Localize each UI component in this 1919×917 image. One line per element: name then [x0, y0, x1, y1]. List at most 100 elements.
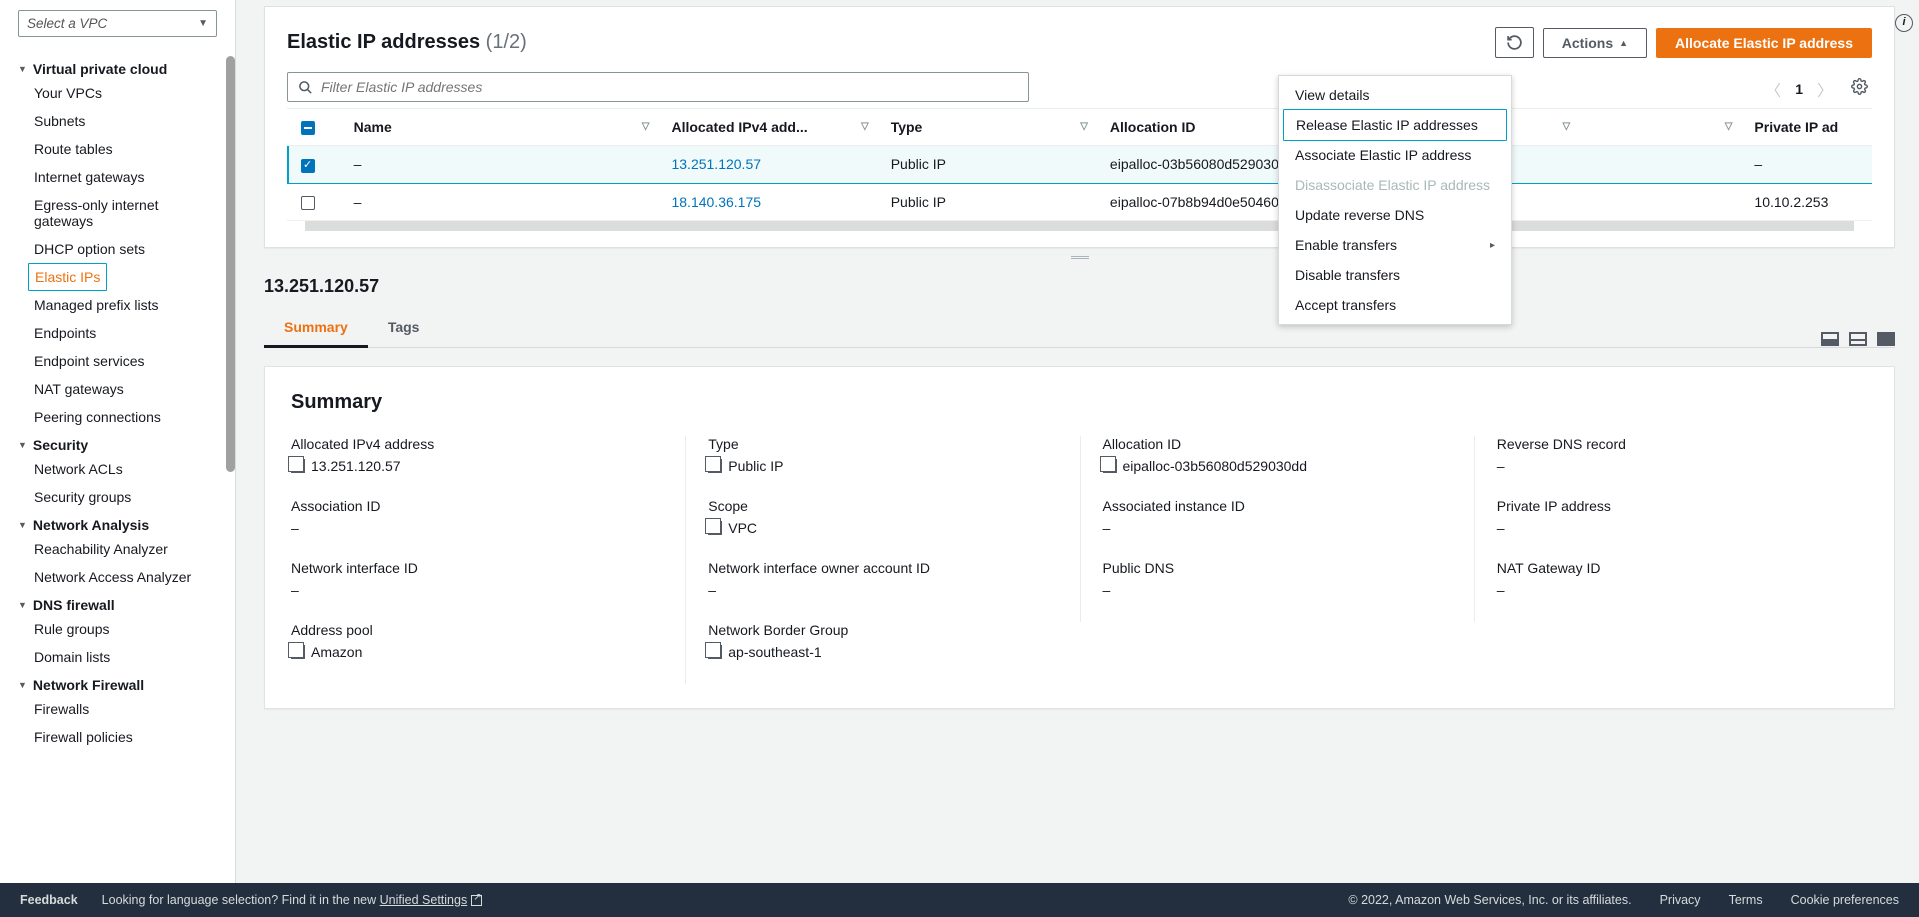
footer-feedback[interactable]: Feedback: [20, 893, 78, 907]
sidebar-item-route-tables[interactable]: Route tables: [18, 135, 217, 163]
sidebar-item-firewall-policies[interactable]: Firewall policies: [18, 723, 217, 751]
field-value: ap-southeast-1: [708, 644, 1079, 660]
actions-menu-item[interactable]: Release Elastic IP addresses: [1283, 109, 1507, 141]
field-label: Association ID: [291, 498, 685, 514]
summary-field: Private IP address–: [1474, 498, 1868, 560]
external-link-icon: [471, 895, 482, 906]
pager-next[interactable]: 〉: [1813, 73, 1837, 105]
summary-field: Allocation IDeipalloc-03b56080d529030dd: [1080, 436, 1474, 498]
copy-icon[interactable]: [708, 521, 722, 535]
copy-icon[interactable]: [708, 645, 722, 659]
footer-privacy[interactable]: Privacy: [1660, 893, 1701, 907]
layout-icons: [1821, 332, 1895, 346]
sidebar-item-rule-groups[interactable]: Rule groups: [18, 615, 217, 643]
sidebar-section-vpc[interactable]: Virtual private cloud: [18, 55, 217, 79]
sidebar-item-nat-gateways[interactable]: NAT gateways: [18, 375, 217, 403]
allocate-eip-button[interactable]: Allocate Elastic IP address: [1656, 28, 1872, 58]
pager-prev[interactable]: 〈: [1761, 73, 1785, 105]
sidebar-section-security[interactable]: Security: [18, 431, 217, 455]
copy-icon[interactable]: [291, 459, 305, 473]
sidebar-item-endpoint-services[interactable]: Endpoint services: [18, 347, 217, 375]
copy-icon[interactable]: [291, 645, 305, 659]
actions-menu-item[interactable]: Accept transfers: [1279, 290, 1511, 320]
cell-ipv4[interactable]: 13.251.120.57: [657, 146, 876, 183]
summary-field: Address poolAmazon: [291, 622, 685, 684]
field-label: Address pool: [291, 622, 685, 638]
field-label: Public DNS: [1103, 560, 1474, 576]
refresh-icon: [1506, 34, 1523, 51]
footer: Feedback Looking for language selection?…: [0, 883, 1919, 917]
actions-menu-item[interactable]: Disable transfers: [1279, 260, 1511, 290]
sidebar-item-reachability-analyzer[interactable]: Reachability Analyzer: [18, 535, 217, 563]
summary-field: Associated instance ID –: [1080, 498, 1474, 560]
layout-full-icon[interactable]: [1877, 332, 1895, 346]
sidebar-item-security-groups[interactable]: Security groups: [18, 483, 217, 511]
vpc-selector[interactable]: Select a VPC: [18, 10, 217, 37]
table-settings-button[interactable]: [1847, 74, 1872, 104]
sidebar-item-egress-only-igw[interactable]: Egress-only internet gateways: [18, 191, 217, 235]
sidebar-item-network-access-analyzer[interactable]: Network Access Analyzer: [18, 563, 217, 591]
sidebar-item-endpoints[interactable]: Endpoints: [18, 319, 217, 347]
layout-split-icon[interactable]: [1849, 332, 1867, 346]
field-value: VPC: [708, 520, 1079, 536]
copy-icon[interactable]: [708, 459, 722, 473]
table-row[interactable]: –18.140.36.175Public IPeipalloc-07b8b94d…: [287, 183, 1872, 220]
summary-field: Network Border Groupap-southeast-1: [685, 622, 1079, 684]
sidebar-item-network-acls[interactable]: Network ACLs: [18, 455, 217, 483]
sidebar-item-peering-connections[interactable]: Peering connections: [18, 403, 217, 431]
actions-button-label: Actions: [1562, 35, 1613, 51]
field-label: Reverse DNS record: [1497, 436, 1868, 452]
sidebar: Select a VPC Virtual private cloud Your …: [0, 0, 236, 883]
cell-ipv4[interactable]: 18.140.36.175: [657, 183, 876, 220]
select-all-checkbox[interactable]: [301, 121, 315, 135]
row-checkbox[interactable]: [301, 159, 315, 173]
layout-bottom-icon[interactable]: [1821, 332, 1839, 346]
table-row[interactable]: –13.251.120.57Public IPeipalloc-03b56080…: [287, 146, 1872, 183]
field-value: –: [1103, 520, 1474, 536]
row-checkbox[interactable]: [301, 196, 315, 210]
sidebar-item-dhcp-option-sets[interactable]: DHCP option sets: [18, 235, 217, 263]
col-name[interactable]: Name▽: [340, 109, 658, 146]
search-input[interactable]: [321, 79, 1018, 95]
sidebar-item-managed-prefix-lists[interactable]: Managed prefix lists: [18, 291, 217, 319]
actions-menu-item[interactable]: Update reverse DNS: [1279, 200, 1511, 230]
sidebar-section-dns-firewall[interactable]: DNS firewall: [18, 591, 217, 615]
footer-cookies[interactable]: Cookie preferences: [1791, 893, 1899, 907]
actions-menu-item[interactable]: View details: [1279, 80, 1511, 110]
copy-icon[interactable]: [1103, 459, 1117, 473]
footer-unified-settings-link[interactable]: Unified Settings: [380, 893, 483, 907]
sidebar-item-elastic-ips[interactable]: Elastic IPs: [28, 263, 107, 291]
col-extra[interactable]: ▽: [1578, 109, 1740, 146]
sidebar-item-internet-gateways[interactable]: Internet gateways: [18, 163, 217, 191]
footer-terms[interactable]: Terms: [1729, 893, 1763, 907]
cell-extra: [1578, 146, 1740, 183]
horizontal-scrollbar[interactable]: [305, 221, 1854, 231]
sidebar-section-network-analysis[interactable]: Network Analysis: [18, 511, 217, 535]
refresh-button[interactable]: [1495, 27, 1534, 58]
col-ipv4[interactable]: Allocated IPv4 add...▽: [657, 109, 876, 146]
field-value: –: [1497, 582, 1868, 598]
sidebar-item-subnets[interactable]: Subnets: [18, 107, 217, 135]
search-wrapper[interactable]: [287, 72, 1029, 102]
field-value: –: [708, 582, 1079, 598]
actions-menu-item[interactable]: Enable transfers: [1279, 230, 1511, 260]
tab-tags[interactable]: Tags: [368, 309, 440, 347]
footer-copyright: © 2022, Amazon Web Services, Inc. or its…: [1348, 893, 1631, 907]
field-label: Associated instance ID: [1103, 498, 1474, 514]
panel-resizer[interactable]: [264, 248, 1895, 268]
cell-name: –: [340, 146, 658, 183]
sidebar-item-firewalls[interactable]: Firewalls: [18, 695, 217, 723]
summary-field: Reverse DNS record–: [1474, 436, 1868, 498]
sidebar-item-domain-lists[interactable]: Domain lists: [18, 643, 217, 671]
tab-summary[interactable]: Summary: [264, 309, 368, 348]
sidebar-item-your-vpcs[interactable]: Your VPCs: [18, 79, 217, 107]
col-private-ip[interactable]: Private IP ad: [1740, 109, 1872, 146]
sidebar-section-network-firewall[interactable]: Network Firewall: [18, 671, 217, 695]
col-type[interactable]: Type▽: [877, 109, 1096, 146]
actions-menu-item[interactable]: Associate Elastic IP address: [1279, 140, 1511, 170]
info-icon[interactable]: i: [1895, 14, 1913, 32]
actions-menu-item: Disassociate Elastic IP address: [1279, 170, 1511, 200]
search-icon: [298, 80, 313, 95]
detail-ip-title: 13.251.120.57: [264, 268, 1895, 309]
actions-button[interactable]: Actions: [1543, 28, 1647, 58]
